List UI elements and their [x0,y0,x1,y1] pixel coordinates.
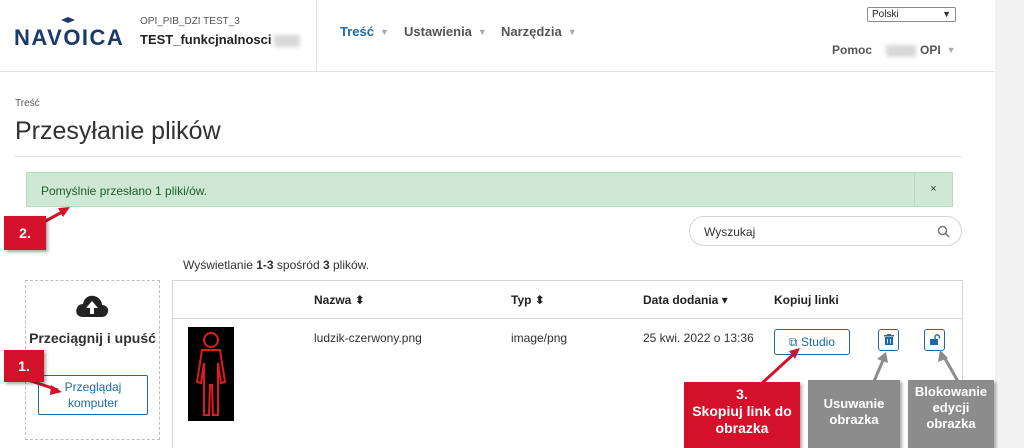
graduation-cap-icon [61,17,75,23]
summary-middle: spośród [273,258,323,272]
column-type-label: Typ [511,293,532,307]
scroll-gutter [995,0,1024,448]
nav-content[interactable]: Treść ▼ [340,24,389,39]
summary-prefix: Wyświetlanie [183,258,257,272]
search-input[interactable]: Wyszukaj [689,216,962,246]
title-divider [15,156,963,157]
user-label: OPI [920,43,941,57]
unlock-icon [930,334,941,345]
breadcrumb[interactable]: Treść [15,98,40,109]
nav-settings[interactable]: Ustawienia ▼ [404,24,487,39]
column-header-type[interactable]: Typ ⬍ [511,293,545,307]
top-bar: NAVOICA OPI_PIB_DZI TEST_3 TEST_funkcjna… [0,0,995,72]
language-select[interactable]: Polski ▼ [867,7,956,22]
alert-message: Pomyślnie przesłano 1 pliki/ów. [41,184,208,198]
logo-text: NAVOICA [14,25,125,50]
navoica-logo[interactable]: NAVOICA [14,17,134,57]
chevron-down-icon: ▼ [567,27,577,37]
course-name: TEST_funkcjnalnosci [140,32,301,47]
dropzone-label: Przeciągnij i upuść [29,330,156,346]
close-icon[interactable]: × [914,173,952,206]
copy-icon: ⧉ [789,335,798,349]
header-divider [316,0,317,72]
delete-button[interactable] [878,329,899,351]
sort-icon: ⬍ [534,293,545,307]
annotation-delete: Usuwanie obrazka [808,380,900,448]
user-menu[interactable]: OPI ▼ [886,43,956,57]
redacted-text [274,34,301,47]
search-placeholder: Wyszukaj [704,225,756,239]
column-name-label: Nazwa [314,293,352,307]
chevron-down-icon: ▼ [379,27,389,37]
header-divider [173,318,962,319]
nav-content-label: Treść [340,24,374,39]
search-icon[interactable] [937,225,950,238]
annotation-step-2: 2. [4,216,46,250]
success-alert: Pomyślnie przesłano 1 pliki/ów. × [26,172,953,207]
column-header-copy-links: Kopiuj linki [774,293,839,307]
red-figure-image [195,332,227,416]
column-header-name[interactable]: Nazwa ⬍ [314,293,365,307]
column-date-label: Data dodania [643,293,719,307]
annotation-lock: Blokowanie edycji obrazka [908,380,994,448]
sort-desc-icon: ▾ [721,293,728,307]
chevron-down-icon: ▼ [946,45,956,55]
nav-tools-label: Narzędzia [501,24,562,39]
summary-total: 3 [322,258,330,272]
file-type: image/png [511,331,568,345]
course-org: OPI_PIB_DZI TEST_3 [140,16,240,27]
annotation-step-3-number: 3. [736,386,748,402]
cloud-upload-icon [76,295,109,317]
column-header-date[interactable]: Data dodania ▾ [643,293,728,307]
trash-icon [884,334,894,345]
file-date: 25 kwi. 2022 o 13:36 [643,331,754,345]
chevron-down-icon: ▼ [477,27,487,37]
upload-dropzone[interactable]: Przeciągnij i upuść Przeglądaj komputer [25,280,160,440]
browse-computer-button[interactable]: Przeglądaj komputer [38,375,148,415]
copy-studio-label: Studio [800,335,835,349]
annotation-step-3: 3. Skopiuj link do obrazka [684,382,800,448]
chevron-down-icon: ▼ [942,9,951,19]
summary-suffix: plików. [329,258,369,272]
nav-settings-label: Ustawienia [404,24,472,39]
course-name-text: TEST_funkcjnalnosci [140,32,272,47]
sort-icon: ⬍ [354,293,365,307]
summary-range: 1-3 [256,258,274,272]
help-link[interactable]: Pomoc [832,43,872,57]
annotation-step-1: 1. [4,350,44,382]
annotation-step-3-text: Skopiuj link do obrazka [692,403,792,436]
results-summary: Wyświetlanie 1-3 spośród 3 plików. [183,258,369,272]
redacted-username [886,44,916,57]
lock-toggle-button[interactable] [924,329,945,351]
page-title: Przesyłanie plików [15,117,221,145]
file-name: ludzik-czerwony.png [314,331,422,345]
nav-tools[interactable]: Narzędzia ▼ [501,24,577,39]
file-thumbnail[interactable] [188,327,234,421]
copy-studio-link-button[interactable]: ⧉ Studio [774,329,850,355]
language-value: Polski [872,9,899,20]
